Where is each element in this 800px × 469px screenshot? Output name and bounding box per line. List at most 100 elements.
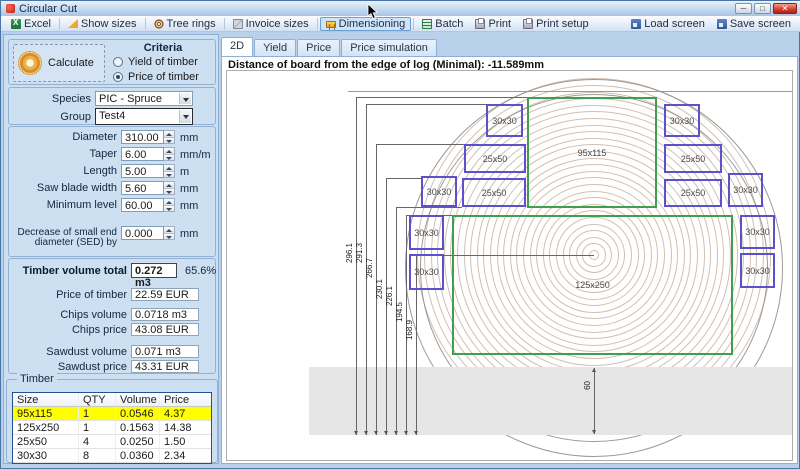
dimension-line [356, 97, 357, 435]
spinner-down-icon[interactable] [164, 155, 174, 161]
show-sizes-icon [68, 19, 78, 28]
board[interactable]: 30x30 [421, 176, 457, 207]
board[interactable]: 30x30 [740, 215, 775, 249]
toolbar-button-load-screen[interactable]: Load screen [625, 17, 711, 31]
spinner-down-icon[interactable] [164, 172, 174, 178]
length-input[interactable]: 5.00 [121, 164, 164, 178]
table-row[interactable]: 125x25010.156314.38 [13, 421, 211, 435]
calculate-button[interactable]: Calculate [13, 44, 105, 82]
result-value: 43.08 EUR [131, 323, 199, 336]
spinner-down-icon[interactable] [164, 206, 174, 212]
board-label: 25x50 [681, 154, 706, 164]
print-setup-icon [523, 19, 533, 29]
table-header-volume[interactable]: Volume [116, 393, 160, 406]
field-label: Length [11, 164, 121, 176]
decrease-of-small-end-diameter-sed-by-input[interactable]: 0.000 [121, 226, 164, 240]
toolbar-button-invoice-sizes[interactable]: Invoice sizes [227, 17, 315, 31]
saw-blade-width-input[interactable]: 5.60 [121, 181, 164, 195]
dimension-label: 296.1 [345, 243, 354, 263]
board[interactable]: 30x30 [486, 104, 523, 137]
maximize-button[interactable]: □ [754, 3, 771, 14]
toolbar-button-batch[interactable]: Batch [416, 17, 469, 31]
radio-selected-icon[interactable] [113, 72, 123, 82]
select-row-group: GroupTest4 [11, 108, 193, 125]
diameter-input[interactable]: 310.00 [121, 130, 164, 144]
table-cell: 1.50 [160, 435, 209, 448]
spinner-down-icon[interactable] [164, 138, 174, 144]
toolbar-button-show-sizes[interactable]: Show sizes [62, 17, 143, 31]
minimum-level-input[interactable]: 60.00 [121, 198, 164, 212]
criteria-option-price-of-timber[interactable]: Price of timber [113, 71, 199, 83]
toolbar-separator [317, 18, 318, 30]
taper-input[interactable]: 6.00 [121, 147, 164, 161]
spinner-minimum-level[interactable] [164, 198, 175, 212]
toolbar-button-print-setup[interactable]: Print setup [517, 17, 595, 31]
board[interactable]: 25x50 [664, 179, 722, 207]
timber-groupbox: Timber SizeQTYVolumePrice95x11510.05464.… [6, 379, 218, 463]
cant-label: 125x250 [575, 280, 610, 290]
table-header-row: SizeQTYVolumePrice [13, 393, 211, 407]
field-unit: mm [175, 181, 198, 195]
radio-icon[interactable] [113, 57, 123, 67]
tab-price[interactable]: Price [297, 39, 340, 56]
board[interactable]: 30x30 [728, 173, 763, 207]
table-row[interactable]: 30x3080.03602.34 [13, 449, 211, 463]
board[interactable]: 30x30 [740, 253, 775, 288]
tab-yield[interactable]: Yield [254, 39, 296, 56]
spinner-length[interactable] [164, 164, 175, 178]
spinner-diameter[interactable] [164, 130, 175, 144]
toolbar-button-tree-rings[interactable]: Tree rings [148, 17, 222, 31]
spinner-down-icon[interactable] [164, 189, 174, 195]
table-row[interactable]: 95x11510.05464.37 [13, 407, 211, 421]
board[interactable]: 25x50 [462, 178, 526, 207]
table-row[interactable]: 25x5040.02501.50 [13, 435, 211, 449]
board[interactable]: 30x30 [409, 215, 444, 250]
cant-label: 95x115 [578, 148, 607, 158]
table-header-size[interactable]: Size [13, 393, 79, 406]
select-value: Test4 [99, 110, 125, 122]
toolbar-button-dimensioning[interactable]: Dimensioning [320, 17, 412, 31]
load-screen-icon [631, 19, 641, 29]
close-button[interactable]: ✕ [773, 3, 797, 14]
toolbar-separator [145, 18, 146, 30]
spinner-decrease-of-small-end-diameter-sed-by[interactable] [164, 226, 175, 240]
board[interactable]: 30x30 [409, 254, 444, 290]
cant-board[interactable]: 95x115 [527, 97, 657, 208]
result-label: Chips price [11, 324, 131, 336]
spinner-taper[interactable] [164, 147, 175, 161]
cant-board[interactable]: 125x250 [452, 215, 733, 355]
chevron-down-icon[interactable] [179, 110, 191, 123]
chevron-down-icon[interactable] [179, 93, 191, 104]
toolbar-button-excel[interactable]: Excel [5, 17, 57, 31]
minimize-button[interactable]: ─ [735, 3, 752, 14]
table-cell: 4 [79, 435, 116, 448]
reference-line [348, 91, 793, 92]
tab-2d[interactable]: 2D [221, 37, 253, 56]
table-header-price[interactable]: Price [160, 393, 209, 406]
spinner-down-icon[interactable] [164, 234, 174, 240]
toolbar-separator [59, 18, 60, 30]
board[interactable]: 30x30 [664, 104, 700, 137]
spinner-saw-blade-width[interactable] [164, 181, 175, 195]
timber-legend: Timber [17, 373, 57, 385]
result-row-chips-price: Chips price43.08 EUR [11, 323, 199, 336]
diagram-canvas: 296.1291.3266.7230.1226.1194.5168.96095x… [226, 70, 793, 461]
table-cell: 0.0250 [116, 435, 160, 448]
table-cell: 0.0546 [116, 407, 160, 420]
species-select[interactable]: PIC - Spruce [95, 91, 193, 106]
toolbar-button-print[interactable]: Print [469, 17, 517, 31]
tab-price-simulation[interactable]: Price simulation [341, 39, 437, 56]
toolbar-button-label: Batch [435, 18, 463, 30]
toolbar-button-save-screen[interactable]: Save screen [711, 17, 797, 31]
result-row-sawdust-volume: Sawdust volume0.071 m3 [11, 345, 199, 358]
group-select[interactable]: Test4 [95, 108, 193, 125]
toolbar-separator [224, 18, 225, 30]
board[interactable]: 25x50 [464, 144, 526, 173]
board-label: 30x30 [745, 266, 770, 276]
dimension-extension-line [376, 144, 464, 145]
field-label: Minimum level [11, 198, 121, 210]
table-cell: 1 [79, 421, 116, 434]
criteria-option-yield-of-timber[interactable]: Yield of timber [113, 56, 198, 68]
board[interactable]: 25x50 [664, 144, 722, 173]
table-header-qty[interactable]: QTY [79, 393, 116, 406]
